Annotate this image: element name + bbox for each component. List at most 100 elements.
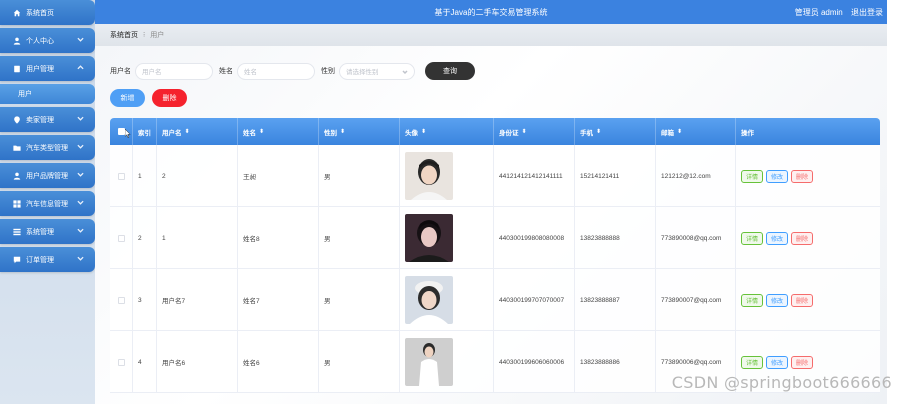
avatar[interactable] (405, 338, 453, 386)
sidebar-item-label: 汽车类型管理 (26, 144, 68, 152)
name-filter-input[interactable]: 姓名 (237, 62, 315, 80)
sidebar-item-brand-management[interactable]: 用户品牌管理 (0, 163, 95, 188)
avatar-cell (400, 269, 494, 331)
top-bar: 基于Java的二手车交易管理系统 管理员 admin 退出登录 (95, 0, 887, 24)
row-checkbox-cell (110, 331, 133, 393)
sort-icon[interactable]: ⬍ (421, 128, 426, 135)
username-cell: 用户名7 (157, 269, 238, 331)
row-checkbox[interactable] (117, 234, 125, 242)
name-cell: 姓名7 (238, 269, 319, 331)
avatar[interactable] (405, 152, 453, 200)
chevron-down-icon (77, 143, 85, 151)
sidebar-item-home[interactable]: 系统首页 (0, 0, 95, 25)
sort-icon[interactable]: ⬍ (677, 128, 682, 135)
filter-bar: 用户名 用户名 姓名 姓名 性别 请选择性别 查询 (110, 62, 475, 80)
sort-icon[interactable]: ⬍ (340, 128, 345, 135)
logout-link[interactable]: 退出登录 (851, 8, 883, 17)
sidebar-item-order-management[interactable]: 订单管理 (0, 247, 95, 272)
email-cell: 773890007@qq.com (656, 269, 736, 331)
user-table: 索引 用户名 ⬍ 姓名 ⬍ 性别 ⬍ 头像 ⬍ 身份证 ⬍ 手机 ⬍ 邮箱 ⬍ 操作 1 2 … (110, 118, 880, 393)
avatar[interactable] (405, 214, 453, 262)
column-header-label: 性别 (324, 129, 337, 137)
name-cell: 王昶 (238, 145, 319, 207)
sort-icon[interactable]: ⬍ (259, 128, 264, 135)
delete-button[interactable]: 删除 (791, 169, 814, 183)
action-bar: 新增 删除 (110, 89, 187, 107)
sidebar-item-seller-management[interactable]: 卖家管理 (0, 107, 95, 132)
gender-select-placeholder: 请选择性别 (346, 69, 379, 76)
batch-delete-button[interactable]: 删除 (152, 89, 187, 107)
breadcrumb: 系统首页 ⁝ 用户 (95, 24, 887, 46)
sidebar-item-car-type-management[interactable]: 汽车类型管理 (0, 135, 95, 160)
delete-button[interactable]: 删除 (791, 293, 814, 307)
avatar-cell (400, 331, 494, 393)
query-button[interactable]: 查询 (425, 62, 475, 80)
edit-button[interactable]: 修改 (766, 293, 789, 307)
sidebar-subitem-user[interactable]: 用户 (0, 84, 95, 104)
avatar[interactable] (405, 276, 453, 324)
row-checkbox[interactable] (117, 172, 125, 180)
gender-select[interactable]: 请选择性别 (339, 62, 415, 80)
column-header-phone[interactable]: 手机 ⬍ (575, 118, 656, 145)
user-area: 管理员 admin 退出登录 (789, 7, 883, 18)
breadcrumb-home[interactable]: 系统首页 (110, 30, 138, 40)
email-cell: 121212@12.com (656, 145, 736, 207)
gender-cell: 男 (319, 207, 400, 269)
table-header: 索引 用户名 ⬍ 姓名 ⬍ 性别 ⬍ 头像 ⬍ 身份证 ⬍ 手机 ⬍ 邮箱 ⬍ 操作 (110, 118, 880, 145)
sidebar-item-personal-center[interactable]: 个人中心 (0, 28, 95, 53)
add-button[interactable]: 新增 (110, 89, 145, 107)
sidebar-item-user-management[interactable]: 用户管理 (0, 56, 95, 81)
column-header-id-card[interactable]: 身份证 ⬍ (494, 118, 575, 145)
grid-icon (12, 199, 21, 208)
delete-button[interactable]: 删除 (791, 355, 814, 369)
id-card-cell: 440300199606060006 (494, 331, 575, 393)
name-cell: 姓名8 (238, 207, 319, 269)
detail-button[interactable]: 详情 (741, 293, 764, 307)
username-filter-input[interactable]: 用户名 (135, 62, 213, 80)
sort-icon[interactable]: ⬍ (596, 128, 601, 135)
sidebar-item-label: 订单管理 (26, 256, 54, 264)
index-cell: 4 (133, 331, 157, 393)
phone-cell: 13823888888 (575, 207, 656, 269)
name-cell: 姓名6 (238, 331, 319, 393)
column-header-name[interactable]: 姓名 ⬍ (238, 118, 319, 145)
detail-button[interactable]: 详情 (741, 355, 764, 369)
delete-button[interactable]: 删除 (791, 231, 814, 245)
actions-cell: 详情 修改 删除 (736, 207, 880, 269)
username-filter-label: 用户名 (110, 68, 131, 75)
chevron-up-icon (77, 64, 85, 72)
chevron-down-icon (77, 227, 85, 235)
row-checkbox-cell (110, 269, 133, 331)
row-actions: 详情 修改 删除 (741, 231, 816, 245)
chevron-down-icon (77, 171, 85, 179)
sidebar-item-system-management[interactable]: 系统管理 (0, 219, 95, 244)
column-header-label: 索引 (138, 129, 151, 137)
column-header-email[interactable]: 邮箱 ⬍ (656, 118, 736, 145)
user-icon (12, 36, 21, 45)
detail-button[interactable]: 详情 (741, 169, 764, 183)
column-header-gender[interactable]: 性别 ⬍ (319, 118, 400, 145)
row-checkbox[interactable] (117, 296, 125, 304)
folder-icon (12, 143, 21, 152)
chat-icon (12, 255, 21, 264)
column-header-label: 邮箱 (661, 129, 674, 137)
edit-button[interactable]: 修改 (766, 231, 789, 245)
column-header-username[interactable]: 用户名 ⬍ (157, 118, 238, 145)
breadcrumb-current: 用户 (150, 32, 165, 39)
row-checkbox-cell (110, 207, 133, 269)
sort-icon[interactable]: ⬍ (522, 128, 527, 135)
phone-cell: 13823888886 (575, 331, 656, 393)
edit-button[interactable]: 修改 (766, 169, 789, 183)
column-header-avatar[interactable]: 头像 ⬍ (400, 118, 494, 145)
breadcrumb-separator: ⁝ (143, 32, 146, 39)
sort-icon[interactable]: ⬍ (185, 128, 190, 135)
gender-filter-label: 性别 (321, 68, 335, 75)
username-cell: 1 (157, 207, 238, 269)
edit-button[interactable]: 修改 (766, 355, 789, 369)
chevron-down-icon (402, 69, 408, 75)
sidebar-item-car-info-management[interactable]: 汽车信息管理 (0, 191, 95, 216)
row-checkbox[interactable] (117, 358, 125, 366)
row-actions: 详情 修改 删除 (741, 169, 816, 183)
detail-button[interactable]: 详情 (741, 231, 764, 245)
select-all-checkbox[interactable] (117, 128, 125, 135)
